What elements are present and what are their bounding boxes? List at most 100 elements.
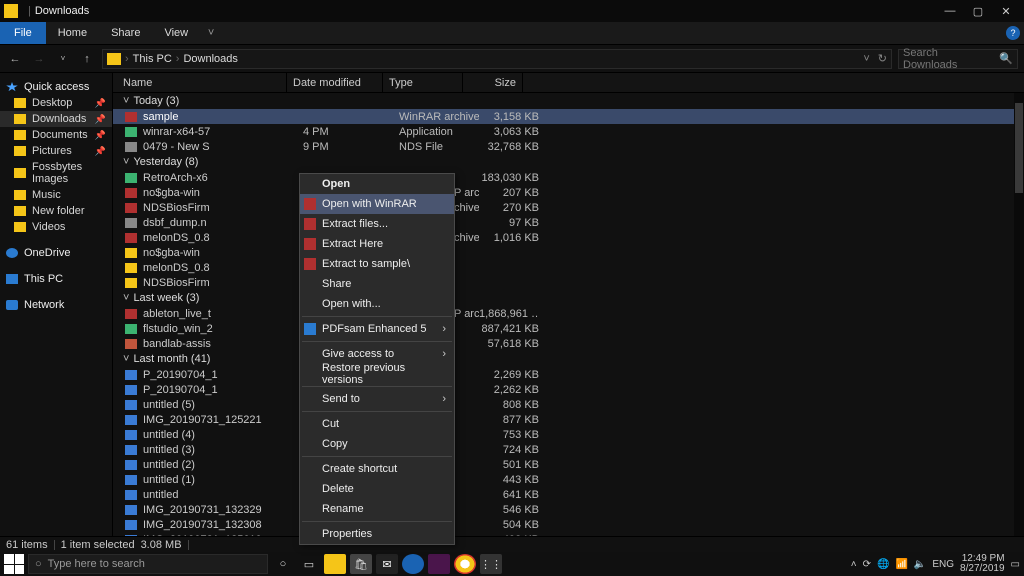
sidebar-item[interactable]: Videos [0, 219, 112, 235]
context-menu-item[interactable]: Copy [300, 434, 454, 454]
breadcrumb-segment[interactable]: Downloads [183, 53, 237, 65]
scrollbar-thumb[interactable] [1015, 103, 1023, 193]
address-dropdown-button[interactable]: ˅ [863, 53, 869, 65]
file-row[interactable]: melonDS_0.8PMFile folder [113, 260, 1024, 275]
file-row[interactable]: P_20190704_1PMJPG File2,262 KB [113, 382, 1024, 397]
ribbon-collapse-button[interactable]: ˅ [200, 22, 222, 44]
file-row[interactable]: P_20190704_1PMJPG File2,269 KB [113, 367, 1024, 382]
context-menu-item[interactable]: Delete [300, 479, 454, 499]
sidebar-network[interactable]: Network [0, 297, 112, 313]
file-row[interactable]: IMG_20190731_1323297/31/2019 4:18 PMJPG … [113, 502, 1024, 517]
context-menu-item[interactable]: Create shortcut [300, 459, 454, 479]
taskbar-edge[interactable] [402, 554, 424, 574]
column-size[interactable]: Size [463, 73, 523, 92]
file-row[interactable]: dsbf_dump.nPMNDS File97 KB [113, 215, 1024, 230]
close-button[interactable]: ✕ [992, 0, 1020, 22]
search-input[interactable]: Search Downloads 🔍 [898, 49, 1018, 69]
maximize-button[interactable]: ▢ [964, 0, 992, 22]
sidebar-item[interactable]: Fossbytes Images [0, 159, 112, 187]
nav-recent-button[interactable]: ˅ [54, 54, 72, 63]
file-row[interactable]: 0479 - New S9 PMNDS File32,768 KB [113, 139, 1024, 154]
file-row[interactable]: untitled7/31/2019 4:22 PMJPG File641 KB [113, 487, 1024, 502]
file-row[interactable]: NDSBiosFirmPMFile folder [113, 275, 1024, 290]
column-type[interactable]: Type [383, 73, 463, 92]
help-button[interactable]: ? [1002, 22, 1024, 44]
taskbar-clock[interactable]: 12:49 PM 8/27/2019 [960, 554, 1005, 574]
file-group-header[interactable]: ˅Last month (41) [113, 351, 1024, 367]
context-menu-item[interactable]: Extract to sample\ [300, 254, 454, 274]
file-row[interactable]: melonDS_0.8PMWinRAR archive1,016 KB [113, 230, 1024, 245]
column-date[interactable]: Date modified [287, 73, 383, 92]
file-row[interactable]: winrar-x64-574 PMApplication3,063 KB [113, 124, 1024, 139]
file-row[interactable]: untitled (4)7/31/2019 4:25 PMJPG File753… [113, 427, 1024, 442]
taskbar-slack[interactable] [428, 554, 450, 574]
context-menu-item[interactable]: Give access to› [300, 344, 454, 364]
file-group-header[interactable]: ˅Yesterday (8) [113, 154, 1024, 170]
nav-forward-button[interactable]: → [30, 53, 48, 65]
tray-overflow-icon[interactable]: ˄ [851, 559, 857, 570]
refresh-button[interactable]: ↻ [878, 52, 887, 65]
file-row[interactable]: IMG_20190731_1256107/31/2019 4:17 PMJPG … [113, 532, 1024, 536]
file-group-header[interactable]: ˅Today (3) [113, 93, 1024, 109]
sidebar-item[interactable]: Documents📌 [0, 127, 112, 143]
tray-language[interactable]: ENG [932, 559, 954, 570]
file-row[interactable]: NDSBiosFirmPMWinRAR archive270 KB [113, 200, 1024, 215]
taskbar-search[interactable]: ○ Type here to search [28, 554, 268, 574]
file-row[interactable]: RetroArch-x6Application183,030 KB [113, 170, 1024, 185]
taskbar-file-explorer[interactable] [324, 554, 346, 574]
tab-view[interactable]: View [152, 22, 200, 44]
cortana-button[interactable]: ○ [272, 554, 294, 574]
context-menu-item[interactable]: Open with... [300, 294, 454, 314]
tab-file[interactable]: File [0, 22, 46, 44]
file-row[interactable]: IMG_20190731_1323087/31/2019 4:18 PMJPG … [113, 517, 1024, 532]
context-menu-item[interactable]: Share [300, 274, 454, 294]
column-name[interactable]: Name [117, 73, 287, 92]
file-row[interactable]: bandlab-assisPMApplication57,618 KB [113, 336, 1024, 351]
sidebar-this-pc[interactable]: This PC [0, 271, 112, 287]
tray-wifi-icon[interactable]: 📶 [895, 559, 907, 570]
system-tray[interactable]: ˄ ⟳ 🌐 📶 🔈 ENG 12:49 PM 8/27/2019 ▭ [851, 554, 1020, 574]
context-menu-item[interactable]: Send to› [300, 389, 454, 409]
sidebar-item[interactable]: Pictures📌 [0, 143, 112, 159]
file-row[interactable]: IMG_20190731_1252217/31/2019 4:32 PMJPG … [113, 412, 1024, 427]
taskbar-store[interactable]: 🛍 [350, 554, 372, 574]
task-view-button[interactable]: ▭ [298, 554, 320, 574]
context-menu-item[interactable]: Open with WinRAR [300, 194, 454, 214]
start-button[interactable] [4, 554, 24, 574]
sidebar-item[interactable]: New folder [0, 203, 112, 219]
sidebar-item[interactable]: Downloads📌 [0, 111, 112, 127]
breadcrumb[interactable]: › This PC › Downloads ˅ ↻ [102, 49, 892, 69]
tray-globe-icon[interactable]: 🌐 [877, 559, 889, 570]
sidebar-item[interactable]: Desktop📌 [0, 95, 112, 111]
tab-share[interactable]: Share [99, 22, 152, 44]
context-menu-item[interactable]: PDFsam Enhanced 5› [300, 319, 454, 339]
file-row[interactable]: ableton_live_tPMWinRAR ZIP archive1,868,… [113, 306, 1024, 321]
scrollbar[interactable] [1014, 93, 1024, 536]
sidebar-item[interactable]: Music [0, 187, 112, 203]
file-row[interactable]: sampleWinRAR archive3,158 KB [113, 109, 1024, 124]
context-menu-item[interactable]: Rename [300, 499, 454, 519]
tray-volume-icon[interactable]: 🔈 [914, 559, 926, 570]
nav-up-button[interactable]: ↑ [78, 53, 96, 65]
minimize-button[interactable]: — [936, 0, 964, 22]
context-menu-item[interactable]: Properties [300, 524, 454, 544]
file-row[interactable]: untitled (2)7/31/2019 4:24 PMJPG File501… [113, 457, 1024, 472]
nav-back-button[interactable]: ← [6, 53, 24, 65]
breadcrumb-segment[interactable]: This PC [133, 53, 172, 65]
file-row[interactable]: untitled (1)7/31/2019 4:23 PMJPG File443… [113, 472, 1024, 487]
tab-home[interactable]: Home [46, 22, 99, 44]
context-menu-item[interactable]: Restore previous versions [300, 364, 454, 384]
context-menu-item[interactable]: Open [300, 174, 454, 194]
taskbar-mail[interactable]: ✉ [376, 554, 398, 574]
sidebar-quick-access[interactable]: Quick access [0, 79, 112, 95]
file-group-header[interactable]: ˅Last week (3) [113, 290, 1024, 306]
sidebar-onedrive[interactable]: OneDrive [0, 245, 112, 261]
taskbar-app[interactable]: ⋮⋮ [480, 554, 502, 574]
file-row[interactable]: untitled (5)7/31/2019 4:33 PMJPG File808… [113, 397, 1024, 412]
notification-center-button[interactable]: ▭ [1011, 559, 1020, 570]
tray-sync-icon[interactable]: ⟳ [863, 559, 871, 570]
file-row[interactable]: flstudio_win_2PMApplication887,421 KB [113, 321, 1024, 336]
file-row[interactable]: no$gba-winPMFile folder [113, 245, 1024, 260]
context-menu-item[interactable]: Cut [300, 414, 454, 434]
file-row[interactable]: untitled (3)7/31/2019 4:24 PMJPG File724… [113, 442, 1024, 457]
